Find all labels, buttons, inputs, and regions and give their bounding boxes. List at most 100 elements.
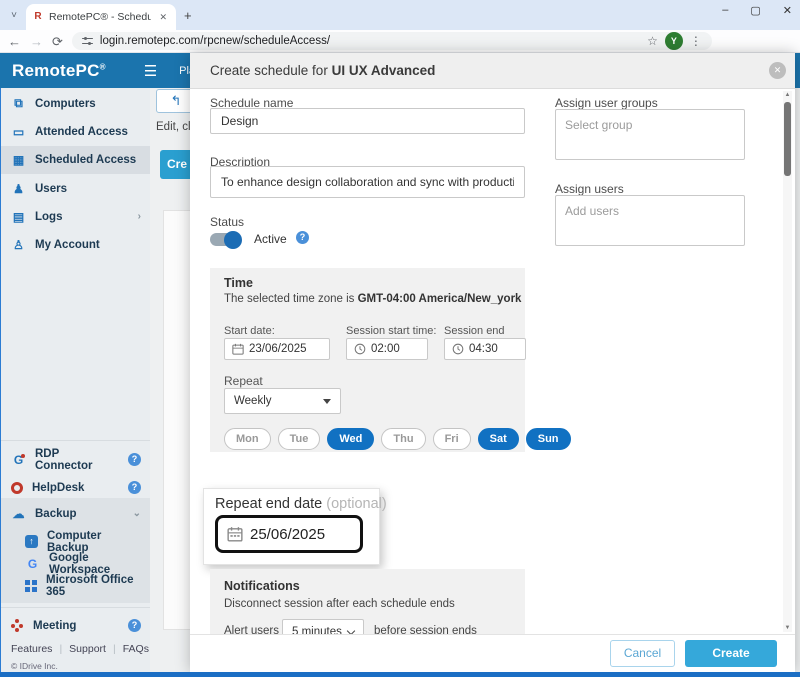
forward-nav-icon[interactable]: → <box>30 35 43 48</box>
browser-menu-icon[interactable]: ⋮ <box>690 34 702 48</box>
attended-access-icon: ▭ <box>11 125 26 139</box>
hamburger-menu-icon[interactable]: ☰ <box>144 62 157 80</box>
sidebar: ⧉ Computers ▭ Attended Access ▦ Schedule… <box>0 88 150 672</box>
session-start-label: Session start time: <box>346 325 436 337</box>
browser-tab-bar: ˅ R RemotePC® - Schedule Access ✕ + – ▢ … <box>0 0 800 30</box>
calendar-icon <box>232 343 244 355</box>
repeat-days: Mon Tue Wed Thu Fri Sat Sun <box>224 428 571 450</box>
repeat-end-date-popup: Repeat end date (optional) 25/06/2025 <box>203 488 380 565</box>
bookmark-star-icon[interactable]: ☆ <box>647 34 658 48</box>
day-pill-sat[interactable]: Sat <box>478 428 519 450</box>
caret-down-icon <box>323 399 331 404</box>
day-pill-fri[interactable]: Fri <box>433 428 471 450</box>
helpdesk-icon <box>11 482 23 494</box>
day-pill-wed[interactable]: Wed <box>327 428 374 450</box>
rdp-connector-icon: G <box>11 453 26 467</box>
scrollbar-thumb[interactable] <box>784 102 791 176</box>
modal-close-icon[interactable]: ✕ <box>769 62 786 79</box>
profile-avatar[interactable]: Y <box>665 32 683 50</box>
modal-title: Create schedule for UI UX Advanced <box>190 53 795 89</box>
cancel-button[interactable]: Cancel <box>610 640 675 667</box>
scroll-down-icon[interactable]: ▼ <box>784 625 791 631</box>
clock-icon <box>452 343 464 355</box>
start-date-label: Start date: <box>224 325 275 337</box>
modal-body: Schedule name Description Status Active … <box>190 89 795 634</box>
repeat-end-date-label: Repeat end date (optional) <box>215 496 387 512</box>
status-label: Status <box>210 215 244 229</box>
url-text[interactable]: login.remotepc.com/rpcnew/scheduleAccess… <box>100 35 330 47</box>
repeat-end-date-input[interactable]: 25/06/2025 <box>215 515 363 553</box>
site-settings-icon[interactable] <box>82 37 93 46</box>
assign-groups-label: Assign user groups <box>555 96 658 110</box>
assign-groups-input[interactable]: Select group <box>555 109 745 160</box>
assign-users-label: Assign users <box>555 182 624 196</box>
assign-users-input[interactable]: Add users <box>555 195 745 246</box>
logs-icon: ▤ <box>11 210 26 224</box>
page-hint-text: Edit, cl <box>156 121 191 133</box>
day-pill-tue[interactable]: Tue <box>278 428 321 450</box>
help-icon[interactable]: ? <box>128 619 141 632</box>
maximize-button[interactable]: ▢ <box>750 4 760 17</box>
sidebar-item-computers[interactable]: ⧉ Computers <box>1 90 151 117</box>
sidebar-item-backup[interactable]: ☁ Backup ⌄ <box>1 500 151 527</box>
sidebar-item-logs[interactable]: ▤ Logs › <box>1 203 151 230</box>
features-link[interactable]: Features <box>11 643 52 655</box>
new-tab-button[interactable]: + <box>184 8 192 23</box>
schedule-name-input[interactable] <box>210 108 525 134</box>
google-workspace-icon: G <box>25 557 40 571</box>
sidebar-footer: Features| Support| FAQs <box>11 643 149 655</box>
timezone-text: The selected time zone is GMT-04:00 Amer… <box>224 293 521 305</box>
browser-tab[interactable]: R RemotePC® - Schedule Access ✕ <box>26 4 176 30</box>
description-input[interactable] <box>210 166 525 198</box>
address-bar[interactable]: login.remotepc.com/rpcnew/scheduleAccess… <box>72 32 712 50</box>
notifications-heading: Notifications <box>224 579 300 593</box>
session-end-input[interactable]: 04:30 <box>444 338 526 360</box>
repeat-label: Repeat <box>224 374 263 388</box>
browser-toolbar: ← → ⟳ login.remotepc.com/rpcnew/schedule… <box>0 30 800 53</box>
sidebar-item-meeting[interactable]: Meeting ? <box>1 612 151 639</box>
support-link[interactable]: Support <box>69 643 106 655</box>
scroll-up-icon[interactable]: ▲ <box>784 92 791 98</box>
tab-title: RemotePC® - Schedule Access <box>49 11 151 23</box>
time-section: Time The selected time zone is GMT-04:00… <box>210 268 525 452</box>
sidebar-item-rdp-connector[interactable]: G RDP Connector ? <box>1 446 151 473</box>
window-controls: – ▢ ✕ <box>722 4 792 17</box>
divider <box>1 440 151 441</box>
help-icon[interactable]: ? <box>128 453 141 466</box>
back-nav-icon[interactable]: ← <box>8 35 21 48</box>
day-pill-mon[interactable]: Mon <box>224 428 271 450</box>
sidebar-item-scheduled-access[interactable]: ▦ Scheduled Access <box>1 146 151 174</box>
sidebar-item-microsoft-office-365[interactable]: Microsoft Office 365 <box>1 572 151 599</box>
help-icon[interactable]: ? <box>128 481 141 494</box>
reload-icon[interactable]: ⟳ <box>52 35 63 48</box>
remotepc-logo: RemotePC® <box>12 61 106 81</box>
chevron-down-icon: ⌄ <box>133 508 141 519</box>
status-toggle[interactable] <box>210 233 240 246</box>
start-date-input[interactable]: 23/06/2025 <box>224 338 330 360</box>
my-account-icon: ♙ <box>11 238 26 252</box>
faqs-link[interactable]: FAQs <box>123 643 149 655</box>
session-start-input[interactable]: 02:00 <box>346 338 428 360</box>
tab-search-chevron-icon[interactable]: ˅ <box>6 8 22 24</box>
close-window-button[interactable]: ✕ <box>783 4 792 17</box>
clock-icon <box>354 343 366 355</box>
repeat-select[interactable]: Weekly <box>224 388 341 414</box>
sidebar-item-users[interactable]: ♟ Users <box>1 175 151 202</box>
minimize-button[interactable]: – <box>722 4 728 17</box>
sidebar-item-helpdesk[interactable]: HelpDesk ? <box>1 474 151 501</box>
scheduled-access-icon: ▦ <box>11 153 26 167</box>
day-pill-sun[interactable]: Sun <box>526 428 571 450</box>
status-help-icon[interactable]: ? <box>296 231 309 244</box>
sidebar-item-my-account[interactable]: ♙ My Account <box>1 231 151 258</box>
computer-backup-icon: ↑ <box>25 535 38 548</box>
sidebar-item-attended-access[interactable]: ▭ Attended Access <box>1 118 151 145</box>
divider <box>1 607 151 608</box>
day-pill-thu[interactable]: Thu <box>381 428 425 450</box>
backup-cloud-icon: ☁ <box>11 507 26 521</box>
copyright-text: © IDrive Inc. <box>11 661 58 671</box>
users-icon: ♟ <box>11 182 26 196</box>
tab-close-icon[interactable]: ✕ <box>156 10 170 25</box>
calendar-icon <box>227 526 243 542</box>
create-schedule-button[interactable]: Create Schedule <box>685 640 777 667</box>
modal-scrollbar[interactable]: ▲ ▼ <box>783 91 792 632</box>
